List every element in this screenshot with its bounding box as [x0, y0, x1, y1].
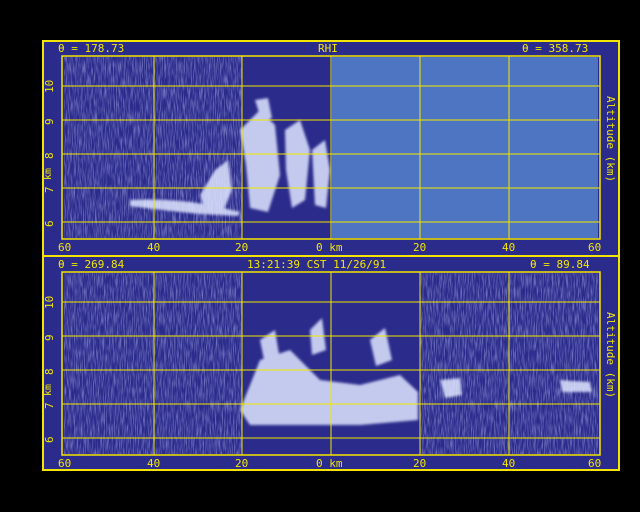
bottom-clutter-left [64, 273, 242, 454]
top-xtick-5: 40 [502, 241, 516, 254]
bottom-right-angle: θ = 89.84 [530, 258, 590, 271]
top-blank-sector [332, 57, 598, 238]
top-yunit-km: km [43, 167, 54, 180]
top-right-altitude-label: Altitude (km) [604, 96, 617, 183]
bottom-ytick-6: 6 [43, 436, 56, 443]
top-xtick-4: 20 [413, 241, 427, 254]
bottom-panel-plot [61, 271, 601, 456]
top-xtick-0: 60 [58, 241, 72, 254]
top-xtick-2: 20 [235, 241, 249, 254]
bottom-ytick-9: 9 [43, 334, 56, 341]
bottom-xtick-2: 20 [235, 457, 249, 470]
bottom-ytick-10: 10 [43, 295, 56, 309]
bottom-xtick-0: 60 [58, 457, 72, 470]
bottom-ytick-7: 7 [43, 402, 56, 409]
bottom-left-angle: θ = 269.84 [58, 258, 125, 271]
top-right-angle: θ = 358.73 [522, 42, 589, 55]
top-left-angle: θ = 178.73 [58, 42, 125, 55]
bottom-xtick-1: 40 [147, 457, 161, 470]
top-ytick-8: 8 [43, 152, 56, 159]
top-ytick-10: 10 [43, 79, 56, 93]
top-ytick-9: 9 [43, 118, 56, 125]
top-xtick-1: 40 [147, 241, 161, 254]
top-ytick-6: 6 [43, 220, 56, 227]
bottom-xtick-4: 20 [413, 457, 427, 470]
top-xtick-3: 0 km [316, 241, 343, 254]
top-xtick-6: 60 [588, 241, 602, 254]
bottom-xtick-5: 40 [502, 457, 516, 470]
top-panel-plot [61, 55, 601, 240]
bottom-xtick-6: 60 [588, 457, 602, 470]
bottom-yunit-km: km [43, 383, 54, 396]
rhi-plots [61, 55, 601, 456]
top-ytick-7: 7 [43, 186, 56, 193]
top-title: RHI [318, 42, 338, 55]
bottom-ytick-8: 8 [43, 368, 56, 375]
bottom-timestamp: 13:21:39 CST 11/26/91 [247, 258, 387, 271]
bottom-right-altitude-label: Altitude (km) [604, 312, 617, 399]
bottom-xtick-3: 0 km [316, 457, 343, 470]
